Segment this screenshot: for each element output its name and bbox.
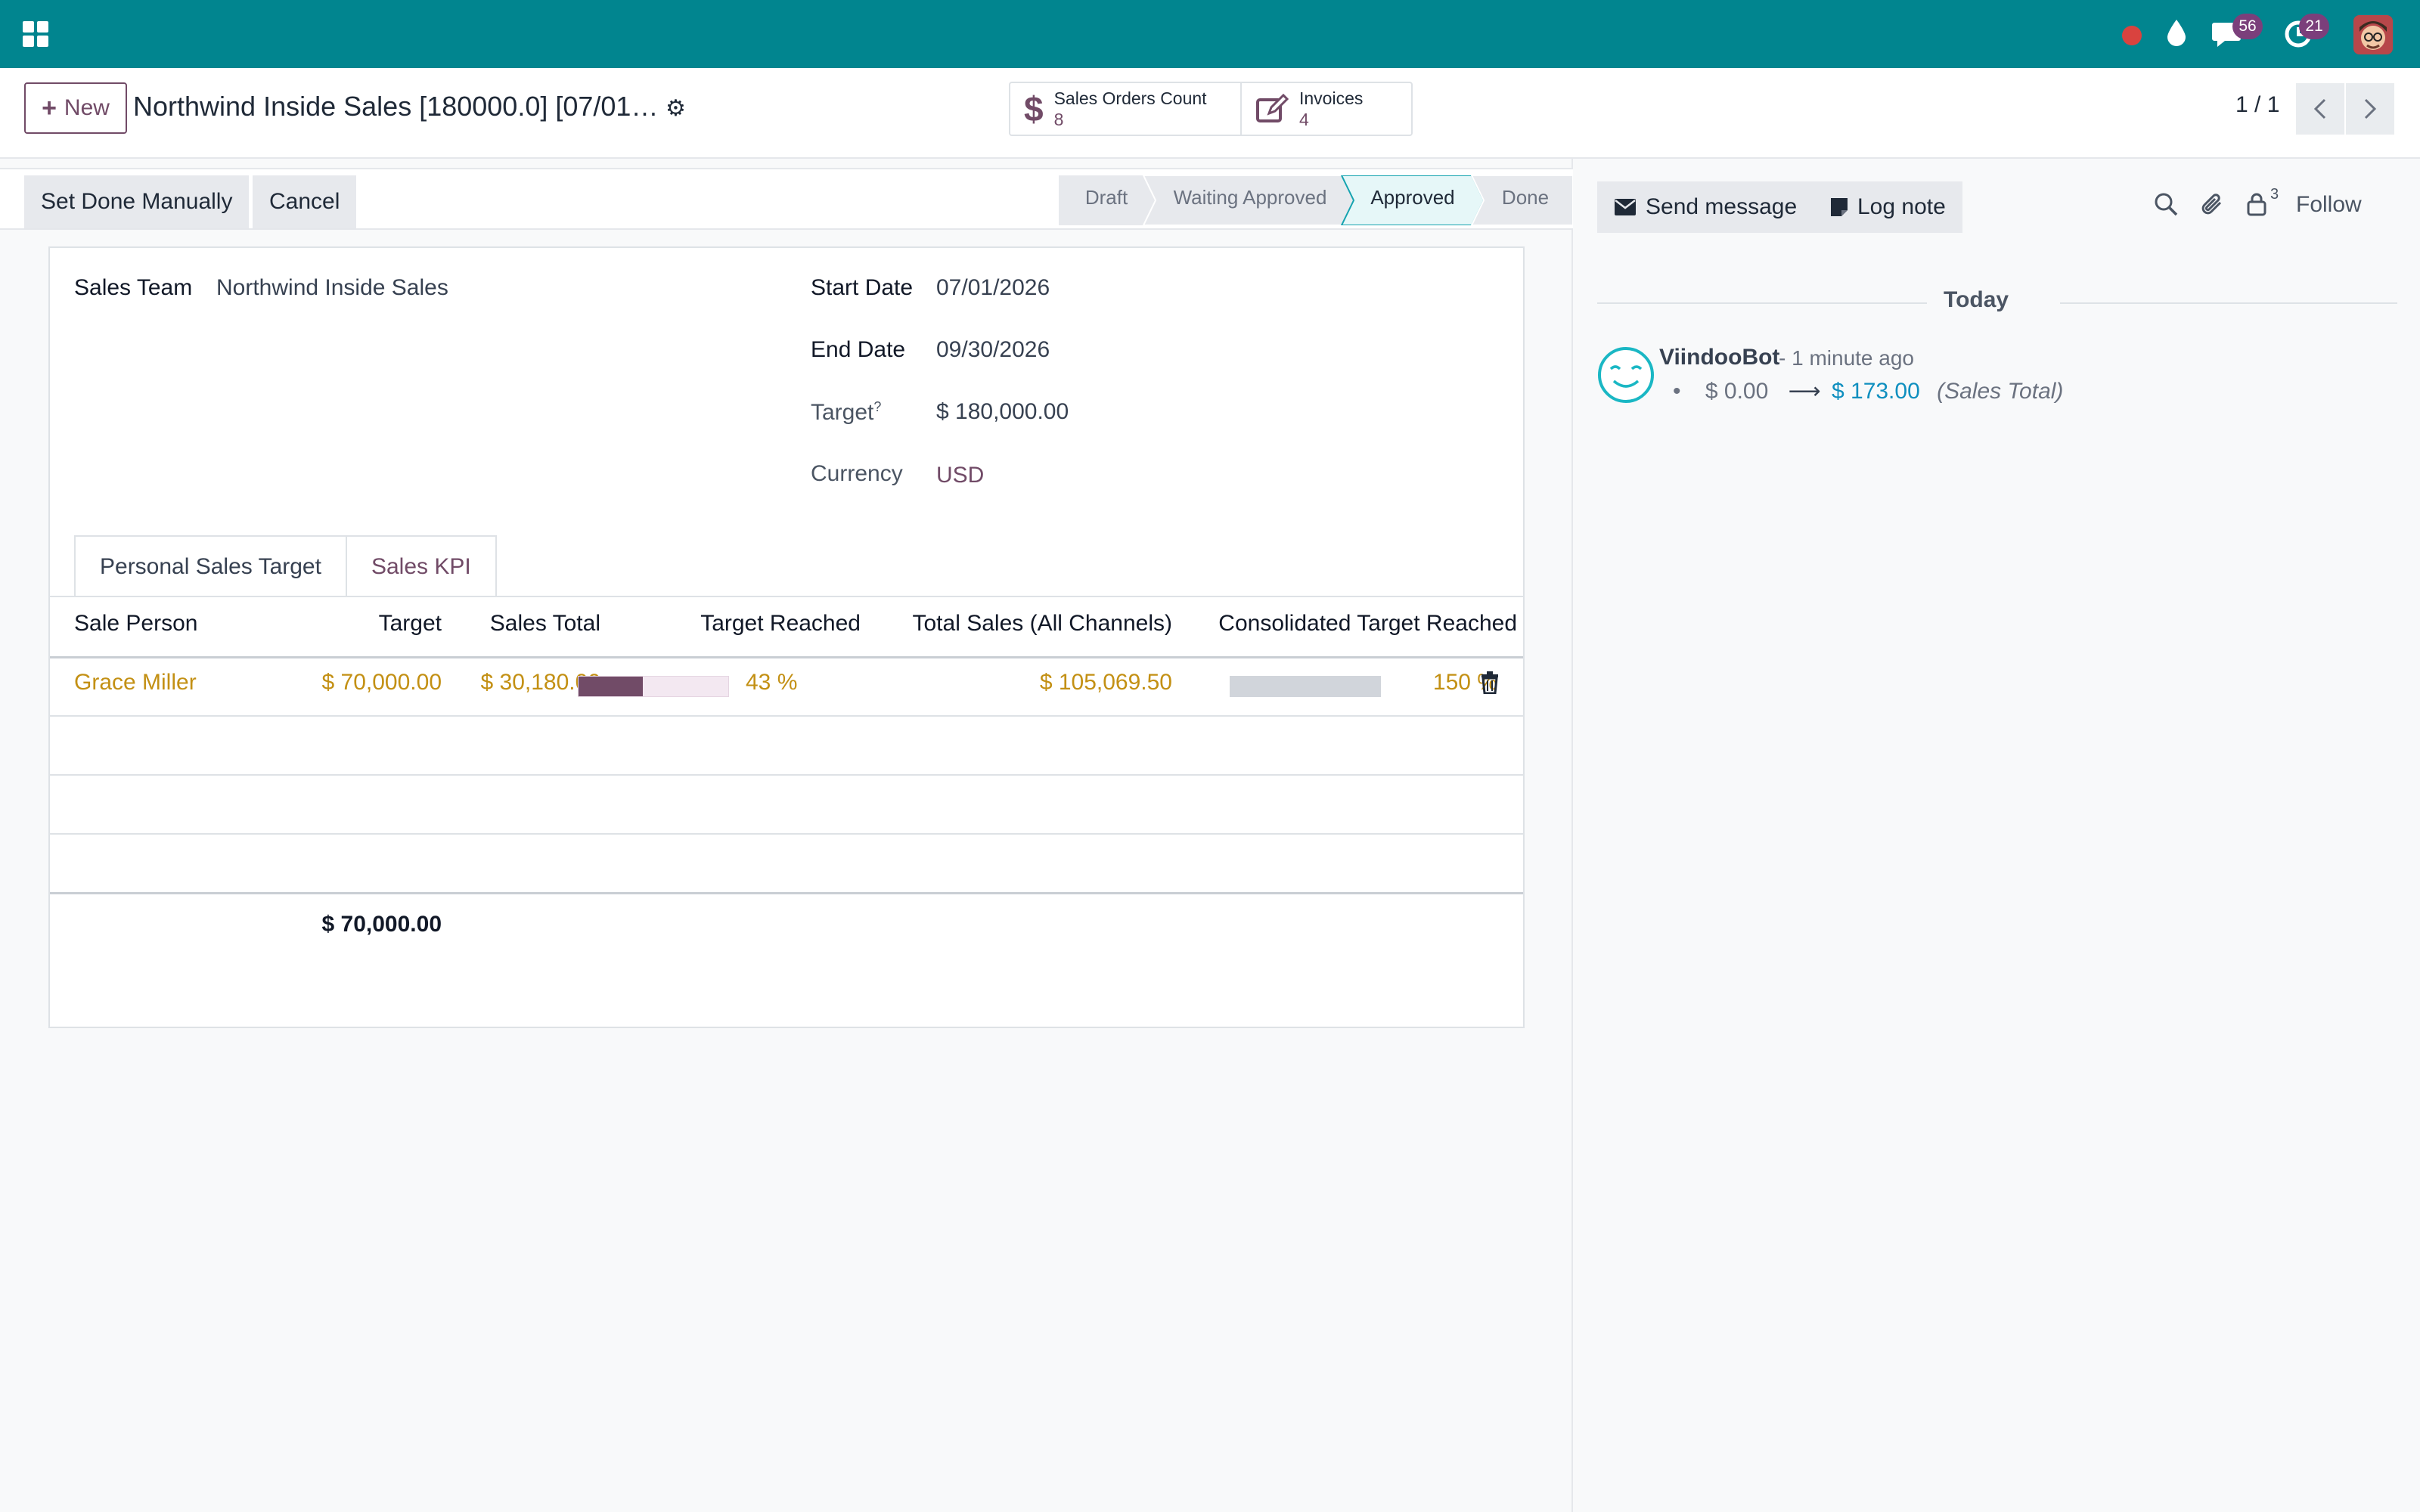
- tab-divider: [50, 596, 1523, 597]
- target-field[interactable]: $ 180,000.00: [936, 399, 1069, 425]
- trash-icon[interactable]: [1481, 671, 1499, 694]
- date-divider: [2060, 302, 2397, 304]
- pager-value[interactable]: 1 / 1: [2235, 92, 2279, 118]
- follow-button[interactable]: Follow: [2296, 192, 2362, 218]
- column-sale-person[interactable]: Sale Person: [74, 611, 197, 637]
- follower-count[interactable]: 3: [2270, 186, 2279, 203]
- cancel-button[interactable]: Cancel: [253, 175, 357, 228]
- message-time: - 1 minute ago: [1779, 346, 1914, 370]
- row-divider: [50, 715, 1523, 717]
- pager-next-button[interactable]: [2346, 83, 2394, 135]
- recording-indicator-icon[interactable]: [2122, 26, 2142, 45]
- progress-fill: [1230, 677, 1380, 696]
- progress-fill: [579, 677, 644, 696]
- bot-avatar-icon[interactable]: [1597, 346, 1655, 404]
- pager-previous-button[interactable]: [2296, 83, 2344, 135]
- column-consolidated-target-reached[interactable]: Consolidated Target Reached: [1169, 611, 1517, 637]
- currency-label: Currency: [811, 461, 903, 486]
- smart-buttons: $ Sales Orders Count 8 Invoices 4: [1009, 82, 1413, 136]
- send-message-button[interactable]: Send message: [1597, 181, 1814, 233]
- paperclip-icon[interactable]: [2201, 192, 2225, 218]
- water-drop-icon[interactable]: [2166, 18, 2187, 47]
- tab-sales-kpi[interactable]: Sales KPI: [345, 535, 497, 597]
- tab-personal-sales-target[interactable]: Personal Sales Target: [74, 535, 347, 597]
- date-divider: [1597, 302, 1927, 304]
- target-reached-cell[interactable]: 43 %: [746, 670, 797, 696]
- stage-draft[interactable]: Draft: [1059, 186, 1154, 209]
- smart-button-label: Invoices: [1299, 88, 1364, 108]
- plus-icon: +: [42, 93, 57, 122]
- bullet: •: [1673, 379, 1681, 404]
- column-target-reached[interactable]: Target Reached: [655, 611, 861, 637]
- target-cell[interactable]: $ 70,000.00: [274, 670, 442, 696]
- target-reached-progress-bar: [578, 676, 729, 697]
- start-date-label: Start Date: [811, 275, 914, 300]
- new-value: $ 173.00: [1831, 379, 1920, 404]
- sales-team-field[interactable]: Northwind Inside Sales: [216, 275, 448, 301]
- row-divider: [50, 833, 1523, 835]
- chevron-left-icon: [2313, 98, 2326, 119]
- lock-icon[interactable]: [2246, 192, 2267, 216]
- target-total: $ 70,000.00: [321, 912, 442, 937]
- arrow-right-icon: ⟶: [1788, 379, 1821, 404]
- tracked-field: (Sales Total): [1937, 379, 2064, 404]
- form-view: Set Done Manually Cancel Draft Waiting A…: [0, 159, 1573, 1512]
- chevron-right-icon: [2364, 98, 2377, 119]
- smart-button-value: 4: [1299, 110, 1309, 129]
- new-record-button[interactable]: + New: [24, 82, 127, 134]
- apps-menu-icon[interactable]: [23, 21, 48, 47]
- gear-icon[interactable]: ⚙: [666, 95, 686, 122]
- record-title: Northwind Inside Sales [180000.0] [07/01…: [133, 91, 655, 122]
- message-author[interactable]: ViindooBot: [1659, 345, 1779, 370]
- user-avatar[interactable]: [2353, 15, 2393, 54]
- log-note-label: Log note: [1857, 194, 1946, 219]
- notebook-tabs: Personal Sales Target Sales KPI: [74, 535, 497, 597]
- send-message-label: Send message: [1646, 194, 1798, 219]
- form-sheet: Sales Team Northwind Inside Sales Start …: [48, 246, 1525, 1028]
- end-date-field[interactable]: 09/30/2026: [936, 337, 1050, 363]
- invoices-button[interactable]: Invoices 4: [1242, 83, 1411, 135]
- new-button-label: New: [64, 95, 110, 120]
- date-separator: Today: [1944, 287, 2009, 312]
- row-divider: [50, 774, 1523, 776]
- envelope-icon: [1615, 199, 1636, 215]
- currency-field[interactable]: USD: [936, 463, 984, 488]
- tracking-value: • $ 0.00 ⟶ $ 173.00 (Sales Total): [1673, 378, 2063, 404]
- end-date-label: End Date: [811, 337, 906, 362]
- stage-waiting-approved[interactable]: Waiting Approved: [1157, 186, 1343, 209]
- footer-divider: [50, 892, 1523, 894]
- smart-button-value: 8: [1053, 110, 1064, 129]
- sales-total-cell[interactable]: $ 30,180.00: [437, 670, 600, 696]
- messages-badge: 56: [2232, 14, 2263, 39]
- target-help-icon[interactable]: ?: [873, 399, 881, 414]
- column-sales-total[interactable]: Sales Total: [437, 611, 600, 637]
- total-sales-all-channels-cell[interactable]: $ 105,069.50: [859, 670, 1172, 696]
- sale-person-cell[interactable]: Grace Miller: [74, 670, 197, 696]
- search-icon[interactable]: [2154, 192, 2178, 216]
- sales-team-label: Sales Team: [74, 275, 193, 300]
- stage-approved[interactable]: Approved: [1354, 186, 1472, 209]
- old-value: $ 0.00: [1705, 379, 1769, 404]
- set-done-manually-button[interactable]: Set Done Manually: [24, 175, 250, 228]
- top-navbar: 56 21: [0, 0, 2420, 68]
- start-date-field[interactable]: 07/01/2026: [936, 275, 1050, 301]
- chatter-panel: Send message Log note 3 Follow Today Vii…: [1575, 159, 2420, 1512]
- consolidated-target-progress-bar: [1230, 676, 1381, 697]
- dollar-icon: $: [1024, 89, 1044, 129]
- stage-done[interactable]: Done: [1484, 186, 1567, 209]
- sticky-note-icon: [1831, 198, 1848, 216]
- column-target[interactable]: Target: [274, 611, 442, 637]
- control-panel: + New Northwind Inside Sales [180000.0] …: [0, 68, 2420, 159]
- log-note-button[interactable]: Log note: [1813, 181, 1962, 233]
- edit-icon: [1256, 94, 1289, 122]
- column-total-sales-all-channels[interactable]: Total Sales (All Channels): [859, 611, 1173, 637]
- target-label: Target?: [811, 399, 882, 425]
- statusbar: Set Done Manually Cancel Draft Waiting A…: [0, 168, 1573, 230]
- activities-badge: 21: [2299, 14, 2329, 39]
- header-divider: [50, 656, 1523, 658]
- sales-orders-count-button[interactable]: $ Sales Orders Count 8: [1010, 83, 1242, 135]
- smart-button-label: Sales Orders Count: [1053, 88, 1207, 108]
